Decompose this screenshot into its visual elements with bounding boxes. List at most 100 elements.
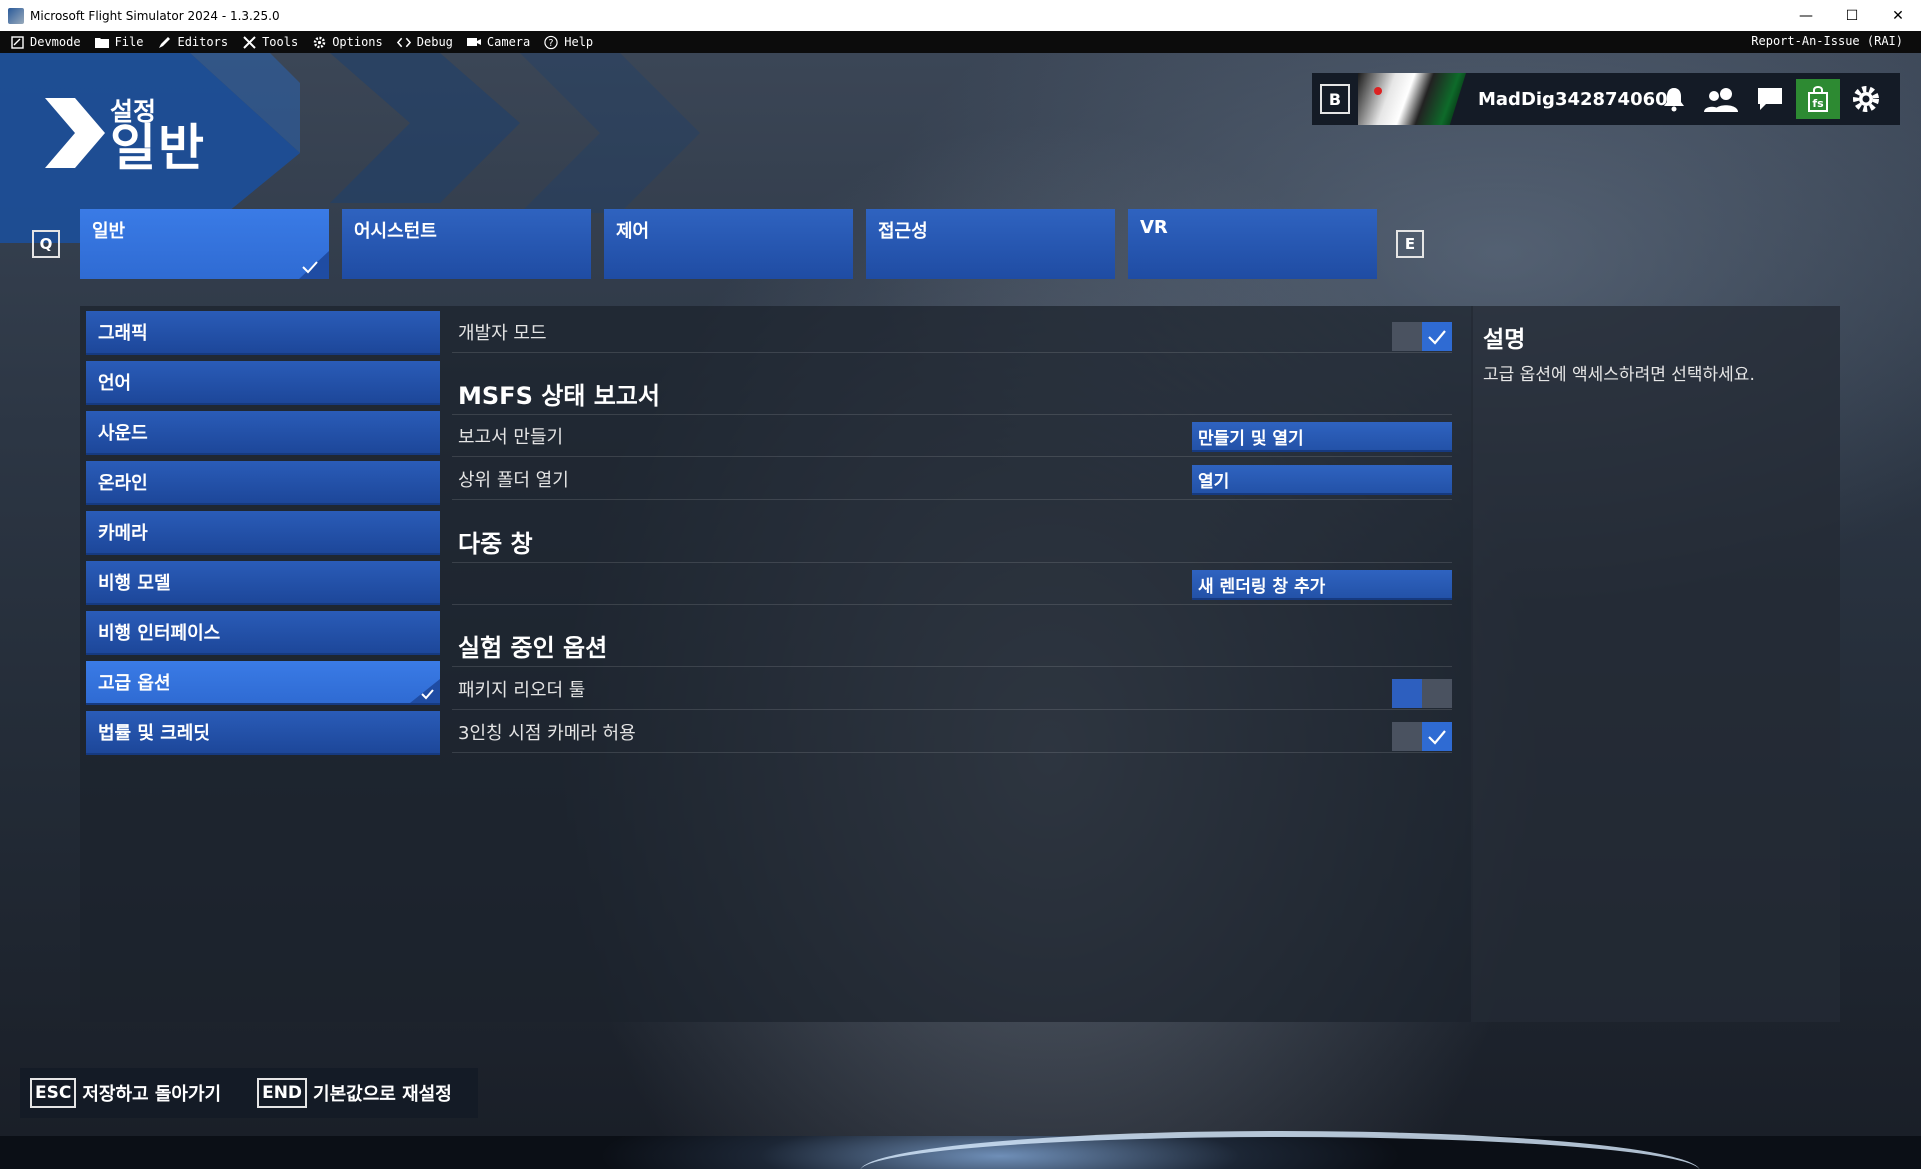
code-icon xyxy=(396,35,411,49)
section-msfs-status-report: MSFS 상태 보고서 xyxy=(452,373,1452,415)
section-experimental-options: 실험 중인 옵션 xyxy=(452,625,1452,667)
package-reorder-toggle[interactable] xyxy=(1392,679,1452,708)
gear-icon xyxy=(312,35,326,49)
tab-accessibility[interactable]: 접근성 xyxy=(866,209,1115,279)
tools-menu-label: Tools xyxy=(262,35,299,49)
save-and-return-button[interactable]: 저장하고 돌아가기 xyxy=(82,1080,221,1106)
tab-label: 일반 xyxy=(92,221,126,242)
tab-controls[interactable]: 제어 xyxy=(604,209,853,279)
svg-text:fs: fs xyxy=(1812,97,1824,110)
app-icon xyxy=(8,7,24,24)
description-title: 설명 xyxy=(1483,327,1526,353)
setting-label: 3인칭 시점 카메라 허용 xyxy=(458,722,636,744)
window-title: Microsoft Flight Simulator 2024 - 1.3.25… xyxy=(30,8,280,23)
file-menu[interactable]: File xyxy=(94,35,144,49)
footer-actions: ESC 저장하고 돌아가기 END 기본값으로 재설정 xyxy=(20,1068,478,1118)
sidebar-item-label: 그래픽 xyxy=(98,323,148,344)
third-person-camera-toggle[interactable] xyxy=(1392,722,1452,751)
setting-row-create-report[interactable]: 보고서 만들기 만들기 및 열기 xyxy=(452,415,1452,457)
check-icon xyxy=(1428,329,1446,345)
minimize-button[interactable]: — xyxy=(1783,0,1829,31)
sidebar-item-label: 사운드 xyxy=(98,423,148,444)
notifications-icon[interactable] xyxy=(1652,79,1696,119)
debug-menu-label: Debug xyxy=(416,35,453,49)
tab-label: 접근성 xyxy=(878,221,928,242)
tab-label: 제어 xyxy=(616,221,650,242)
prev-tab-key-hint[interactable]: Q xyxy=(32,230,60,258)
next-tab-key-hint[interactable]: E xyxy=(1396,230,1424,258)
sidebar-item-flight-interface[interactable]: 비행 인터페이스 xyxy=(86,611,440,655)
sidebar-item-graphics[interactable]: 그래픽 xyxy=(86,311,440,355)
create-and-open-button[interactable]: 만들기 및 열기 xyxy=(1192,422,1452,452)
dev-menu-bar: Devmode File Editors Tools Options Debug xyxy=(0,31,1921,53)
setting-row-third-person-camera[interactable]: 3인칭 시점 카메라 허용 xyxy=(452,711,1452,753)
setting-label: 보고서 만들기 xyxy=(458,426,564,448)
sidebar-item-label: 카메라 xyxy=(98,523,148,544)
setting-row-add-render-window[interactable]: 새 렌더링 창 추가 xyxy=(452,563,1452,605)
setting-label: 상위 폴더 열기 xyxy=(458,469,569,491)
sidebar-item-label: 법률 및 크레딧 xyxy=(98,723,210,744)
help-menu[interactable]: ? Help xyxy=(544,35,593,49)
check-icon xyxy=(299,251,329,279)
tools-icon xyxy=(242,35,256,49)
toggle-knob xyxy=(1422,322,1452,351)
user-bar: B MadDig342874060 fs xyxy=(1312,73,1900,125)
sidebar-item-advanced-options[interactable]: 고급 옵션 xyxy=(86,661,440,705)
options-menu[interactable]: Options xyxy=(312,35,383,49)
reset-defaults-button[interactable]: 기본값으로 재설정 xyxy=(313,1080,452,1106)
end-key-hint: END xyxy=(257,1078,308,1108)
sidebar-item-label: 언어 xyxy=(98,373,132,394)
folder-icon xyxy=(94,35,109,49)
tab-general[interactable]: 일반 xyxy=(80,209,329,279)
devmode-icon xyxy=(10,35,24,49)
svg-text:?: ? xyxy=(549,37,554,48)
open-button[interactable]: 열기 xyxy=(1192,465,1452,495)
editors-menu-label: Editors xyxy=(177,35,229,49)
tab-vr[interactable]: VR xyxy=(1128,209,1377,279)
chat-icon[interactable] xyxy=(1748,79,1792,119)
pencil-icon xyxy=(157,35,171,49)
tab-assistance[interactable]: 어시스턴트 xyxy=(342,209,591,279)
sidebar-item-sound[interactable]: 사운드 xyxy=(86,411,440,455)
sidebar-item-flight-model[interactable]: 비행 모델 xyxy=(86,561,440,605)
sidebar-item-label: 비행 모델 xyxy=(98,573,171,594)
window-controls: — ☐ ✕ xyxy=(1783,0,1921,31)
file-menu-label: File xyxy=(114,35,144,49)
setting-row-open-parent-folder[interactable]: 상위 폴더 열기 열기 xyxy=(452,458,1452,500)
camera-icon xyxy=(466,35,481,49)
help-menu-label: Help xyxy=(564,35,594,49)
camera-menu[interactable]: Camera xyxy=(466,35,531,49)
options-menu-label: Options xyxy=(332,35,383,49)
sidebar-item-online[interactable]: 온라인 xyxy=(86,461,440,505)
setting-row-developer-mode[interactable]: 개발자 모드 xyxy=(452,311,1452,353)
sidebar-item-label: 온라인 xyxy=(98,473,148,494)
setting-label: 패키지 리오더 툴 xyxy=(458,679,586,701)
sidebar-item-label: 고급 옵션 xyxy=(98,673,171,694)
devmode-menu[interactable]: Devmode xyxy=(10,35,81,49)
add-render-window-button[interactable]: 새 렌더링 창 추가 xyxy=(1192,570,1452,600)
avatar-detail xyxy=(1374,87,1382,95)
setting-label: 개발자 모드 xyxy=(458,322,547,344)
close-button[interactable]: ✕ xyxy=(1875,0,1921,31)
tools-menu[interactable]: Tools xyxy=(242,35,298,49)
friends-icon[interactable] xyxy=(1700,79,1744,119)
devmode-menu-label: Devmode xyxy=(30,35,81,49)
check-icon xyxy=(1428,729,1446,745)
settings-gear-icon[interactable] xyxy=(1844,79,1888,119)
avatar[interactable] xyxy=(1358,73,1466,125)
report-issue-link[interactable]: Report-An-Issue (RAI) xyxy=(1751,34,1903,48)
camera-menu-label: Camera xyxy=(486,35,531,49)
username[interactable]: MadDig342874060 xyxy=(1478,89,1668,110)
sidebar-item-legal-credits[interactable]: 법률 및 크레딧 xyxy=(86,711,440,755)
editors-menu[interactable]: Editors xyxy=(157,35,228,49)
sidebar-item-camera[interactable]: 카메라 xyxy=(86,511,440,555)
sidebar-item-language[interactable]: 언어 xyxy=(86,361,440,405)
developer-mode-toggle[interactable] xyxy=(1392,322,1452,351)
toggle-knob xyxy=(1422,722,1452,751)
setting-row-package-reorder-tool[interactable]: 패키지 리오더 툴 xyxy=(452,668,1452,710)
maximize-button[interactable]: ☐ xyxy=(1829,0,1875,31)
debug-menu[interactable]: Debug xyxy=(396,35,453,49)
sidebar-item-label: 비행 인터페이스 xyxy=(98,623,221,644)
page-title: 일반 xyxy=(110,119,206,177)
marketplace-icon[interactable]: fs xyxy=(1796,79,1840,119)
